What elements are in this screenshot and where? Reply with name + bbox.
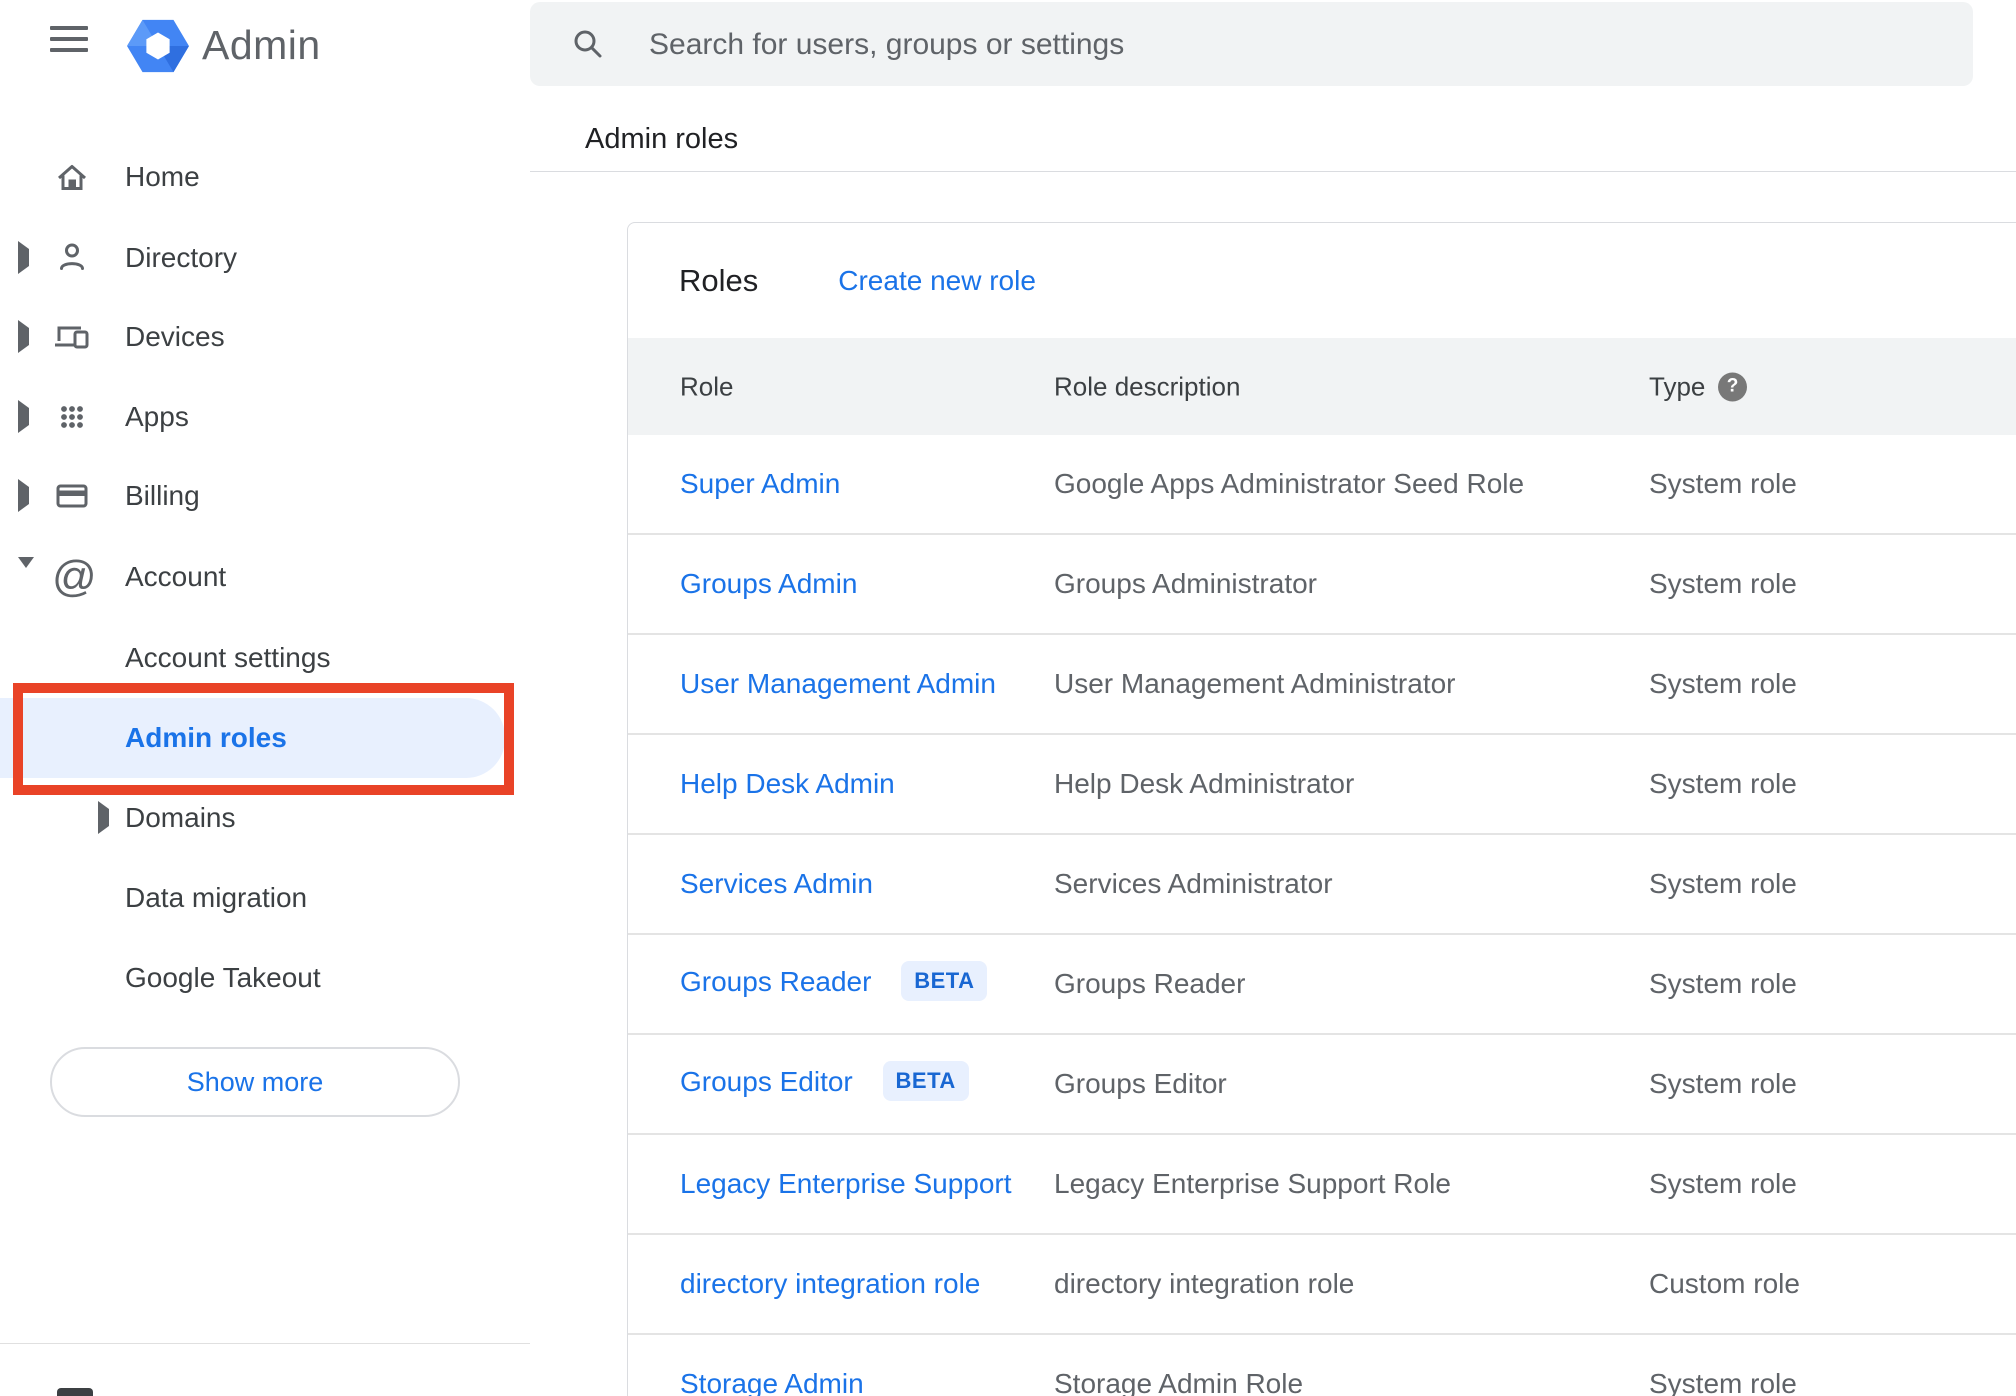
sidebar-item-label: Devices <box>125 321 225 352</box>
role-description: Groups Editor <box>1054 1068 1227 1099</box>
beta-badge: BETA <box>882 1061 969 1101</box>
sidebar-item-devices[interactable]: Devices <box>0 297 530 377</box>
sidebar-item-google-takeout[interactable]: Google Takeout <box>0 938 530 1018</box>
column-header-description: Role description <box>1054 371 1241 401</box>
sidebar-item-account-settings[interactable]: Account settings <box>0 618 530 698</box>
role-description: Groups Administrator <box>1054 568 1317 599</box>
menu-icon[interactable] <box>50 26 88 54</box>
at-sign-icon: @ <box>52 552 97 601</box>
role-link[interactable]: Groups Editor <box>680 1066 853 1097</box>
search-bar[interactable] <box>530 2 1973 88</box>
table-row: Groups Editor BETA Groups Editor System … <box>628 1033 2016 1133</box>
role-description: Google Apps Administrator Seed Role <box>1054 468 1525 499</box>
role-link[interactable]: Groups Reader <box>680 966 871 997</box>
sidebar-item-account[interactable]: @ Account <box>0 537 530 617</box>
column-header-role: Role <box>680 371 734 401</box>
role-link[interactable]: Help Desk Admin <box>680 768 895 799</box>
chevron-down-icon[interactable] <box>18 557 34 586</box>
sidebar-item-apps[interactable]: Apps <box>0 377 530 457</box>
roles-card-header: Roles Create new role <box>628 223 2016 338</box>
table-row: Super Admin Google Apps Administrator Se… <box>628 435 2016 533</box>
help-icon[interactable]: ? <box>1718 372 1747 401</box>
role-link[interactable]: User Management Admin <box>680 668 996 699</box>
role-type: Custom role <box>1649 1268 1800 1299</box>
sidebar-item-label: Google Takeout <box>125 962 321 993</box>
table-row: Storage Admin Storage Admin Role System … <box>628 1333 2016 1396</box>
chevron-right-icon[interactable] <box>18 400 29 433</box>
table-row: Legacy Enterprise Support Legacy Enterpr… <box>628 1133 2016 1233</box>
sidebar-item-domains[interactable]: Domains <box>0 778 530 858</box>
header-divider <box>530 171 2016 172</box>
sidebar-item-billing[interactable]: Billing <box>0 456 530 536</box>
role-description: Storage Admin Role <box>1054 1368 1304 1396</box>
sidebar-item-data-migration[interactable]: Data migration <box>0 858 530 938</box>
search-icon <box>574 30 602 58</box>
person-icon <box>52 238 92 278</box>
table-row: User Management Admin User Management Ad… <box>628 633 2016 733</box>
home-icon <box>52 157 92 197</box>
role-type: System role <box>1649 1368 1797 1396</box>
admin-console-screen: Admin Home Directory Devices Apps Billin… <box>0 0 2016 1396</box>
role-type: System role <box>1649 668 1797 699</box>
role-link[interactable]: Storage Admin <box>680 1368 864 1396</box>
chevron-right-icon[interactable] <box>18 241 29 274</box>
role-type: System role <box>1649 568 1797 599</box>
table-row: directory integration role directory int… <box>628 1233 2016 1333</box>
sidebar-item-admin-roles[interactable]: Admin roles <box>0 698 505 778</box>
sidebar-item-label: Data migration <box>125 882 308 913</box>
sidebar-item-label: Home <box>125 161 200 192</box>
role-description: Help Desk Administrator <box>1054 768 1355 799</box>
roles-title: Roles <box>679 262 759 298</box>
credit-card-icon <box>52 476 92 516</box>
role-link[interactable]: Services Admin <box>680 868 873 899</box>
role-type: System role <box>1649 468 1797 499</box>
sidebar-item-label: Account settings <box>125 642 331 673</box>
apps-grid-icon <box>52 397 92 437</box>
role-description: User Management Administrator <box>1054 668 1456 699</box>
role-link[interactable]: directory integration role <box>680 1268 980 1299</box>
table-row: Groups Reader BETA Groups Reader System … <box>628 933 2016 1033</box>
roles-card: Roles Create new role Role Role descript… <box>627 222 2016 1396</box>
role-description: directory integration role <box>1054 1268 1355 1299</box>
show-more-label: Show more <box>186 1066 324 1097</box>
devices-icon <box>52 317 92 357</box>
role-type: System role <box>1649 968 1797 999</box>
table-row: Services Admin Services Administrator Sy… <box>628 833 2016 933</box>
sidebar-item-label: Billing <box>125 480 200 511</box>
sidebar-item-label: Domains <box>125 802 236 833</box>
role-type: System role <box>1649 868 1797 899</box>
role-link[interactable]: Super Admin <box>680 468 840 499</box>
table-row: Help Desk Admin Help Desk Administrator … <box>628 733 2016 833</box>
role-description: Groups Reader <box>1054 968 1246 999</box>
role-description: Services Administrator <box>1054 868 1333 899</box>
breadcrumb: Admin roles <box>585 123 739 155</box>
create-new-role-link[interactable]: Create new role <box>838 265 1036 297</box>
role-description: Legacy Enterprise Support Role <box>1054 1168 1451 1199</box>
admin-logo-icon <box>127 16 189 81</box>
sidebar-item-home[interactable]: Home <box>0 137 530 217</box>
beta-badge: BETA <box>901 961 988 1001</box>
role-link[interactable]: Groups Admin <box>680 568 857 599</box>
table-row: Groups Admin Groups Administrator System… <box>628 533 2016 633</box>
table-header-row: Role Role description Type ? <box>628 338 2016 435</box>
partial-bottom-icon <box>57 1388 93 1396</box>
sidebar-item-label: Admin roles <box>125 722 287 753</box>
sidebar-item-label: Apps <box>125 401 189 432</box>
role-type: System role <box>1649 1168 1797 1199</box>
show-more-button[interactable]: Show more <box>50 1047 460 1117</box>
sidebar-item-label: Directory <box>125 242 238 273</box>
chevron-right-icon[interactable] <box>18 479 29 512</box>
role-type: System role <box>1649 768 1797 799</box>
brand-title: Admin <box>202 22 321 68</box>
sidebar-footer-divider <box>0 1343 530 1344</box>
chevron-right-icon[interactable] <box>18 320 29 353</box>
sidebar-item-directory[interactable]: Directory <box>0 218 530 298</box>
role-link[interactable]: Legacy Enterprise Support <box>680 1168 1012 1199</box>
sidebar-item-label: Account <box>125 561 227 592</box>
role-type: System role <box>1649 1068 1797 1099</box>
column-header-type: Type <box>1649 371 1706 401</box>
chevron-right-icon[interactable] <box>98 801 109 834</box>
search-input[interactable] <box>647 2 1931 88</box>
